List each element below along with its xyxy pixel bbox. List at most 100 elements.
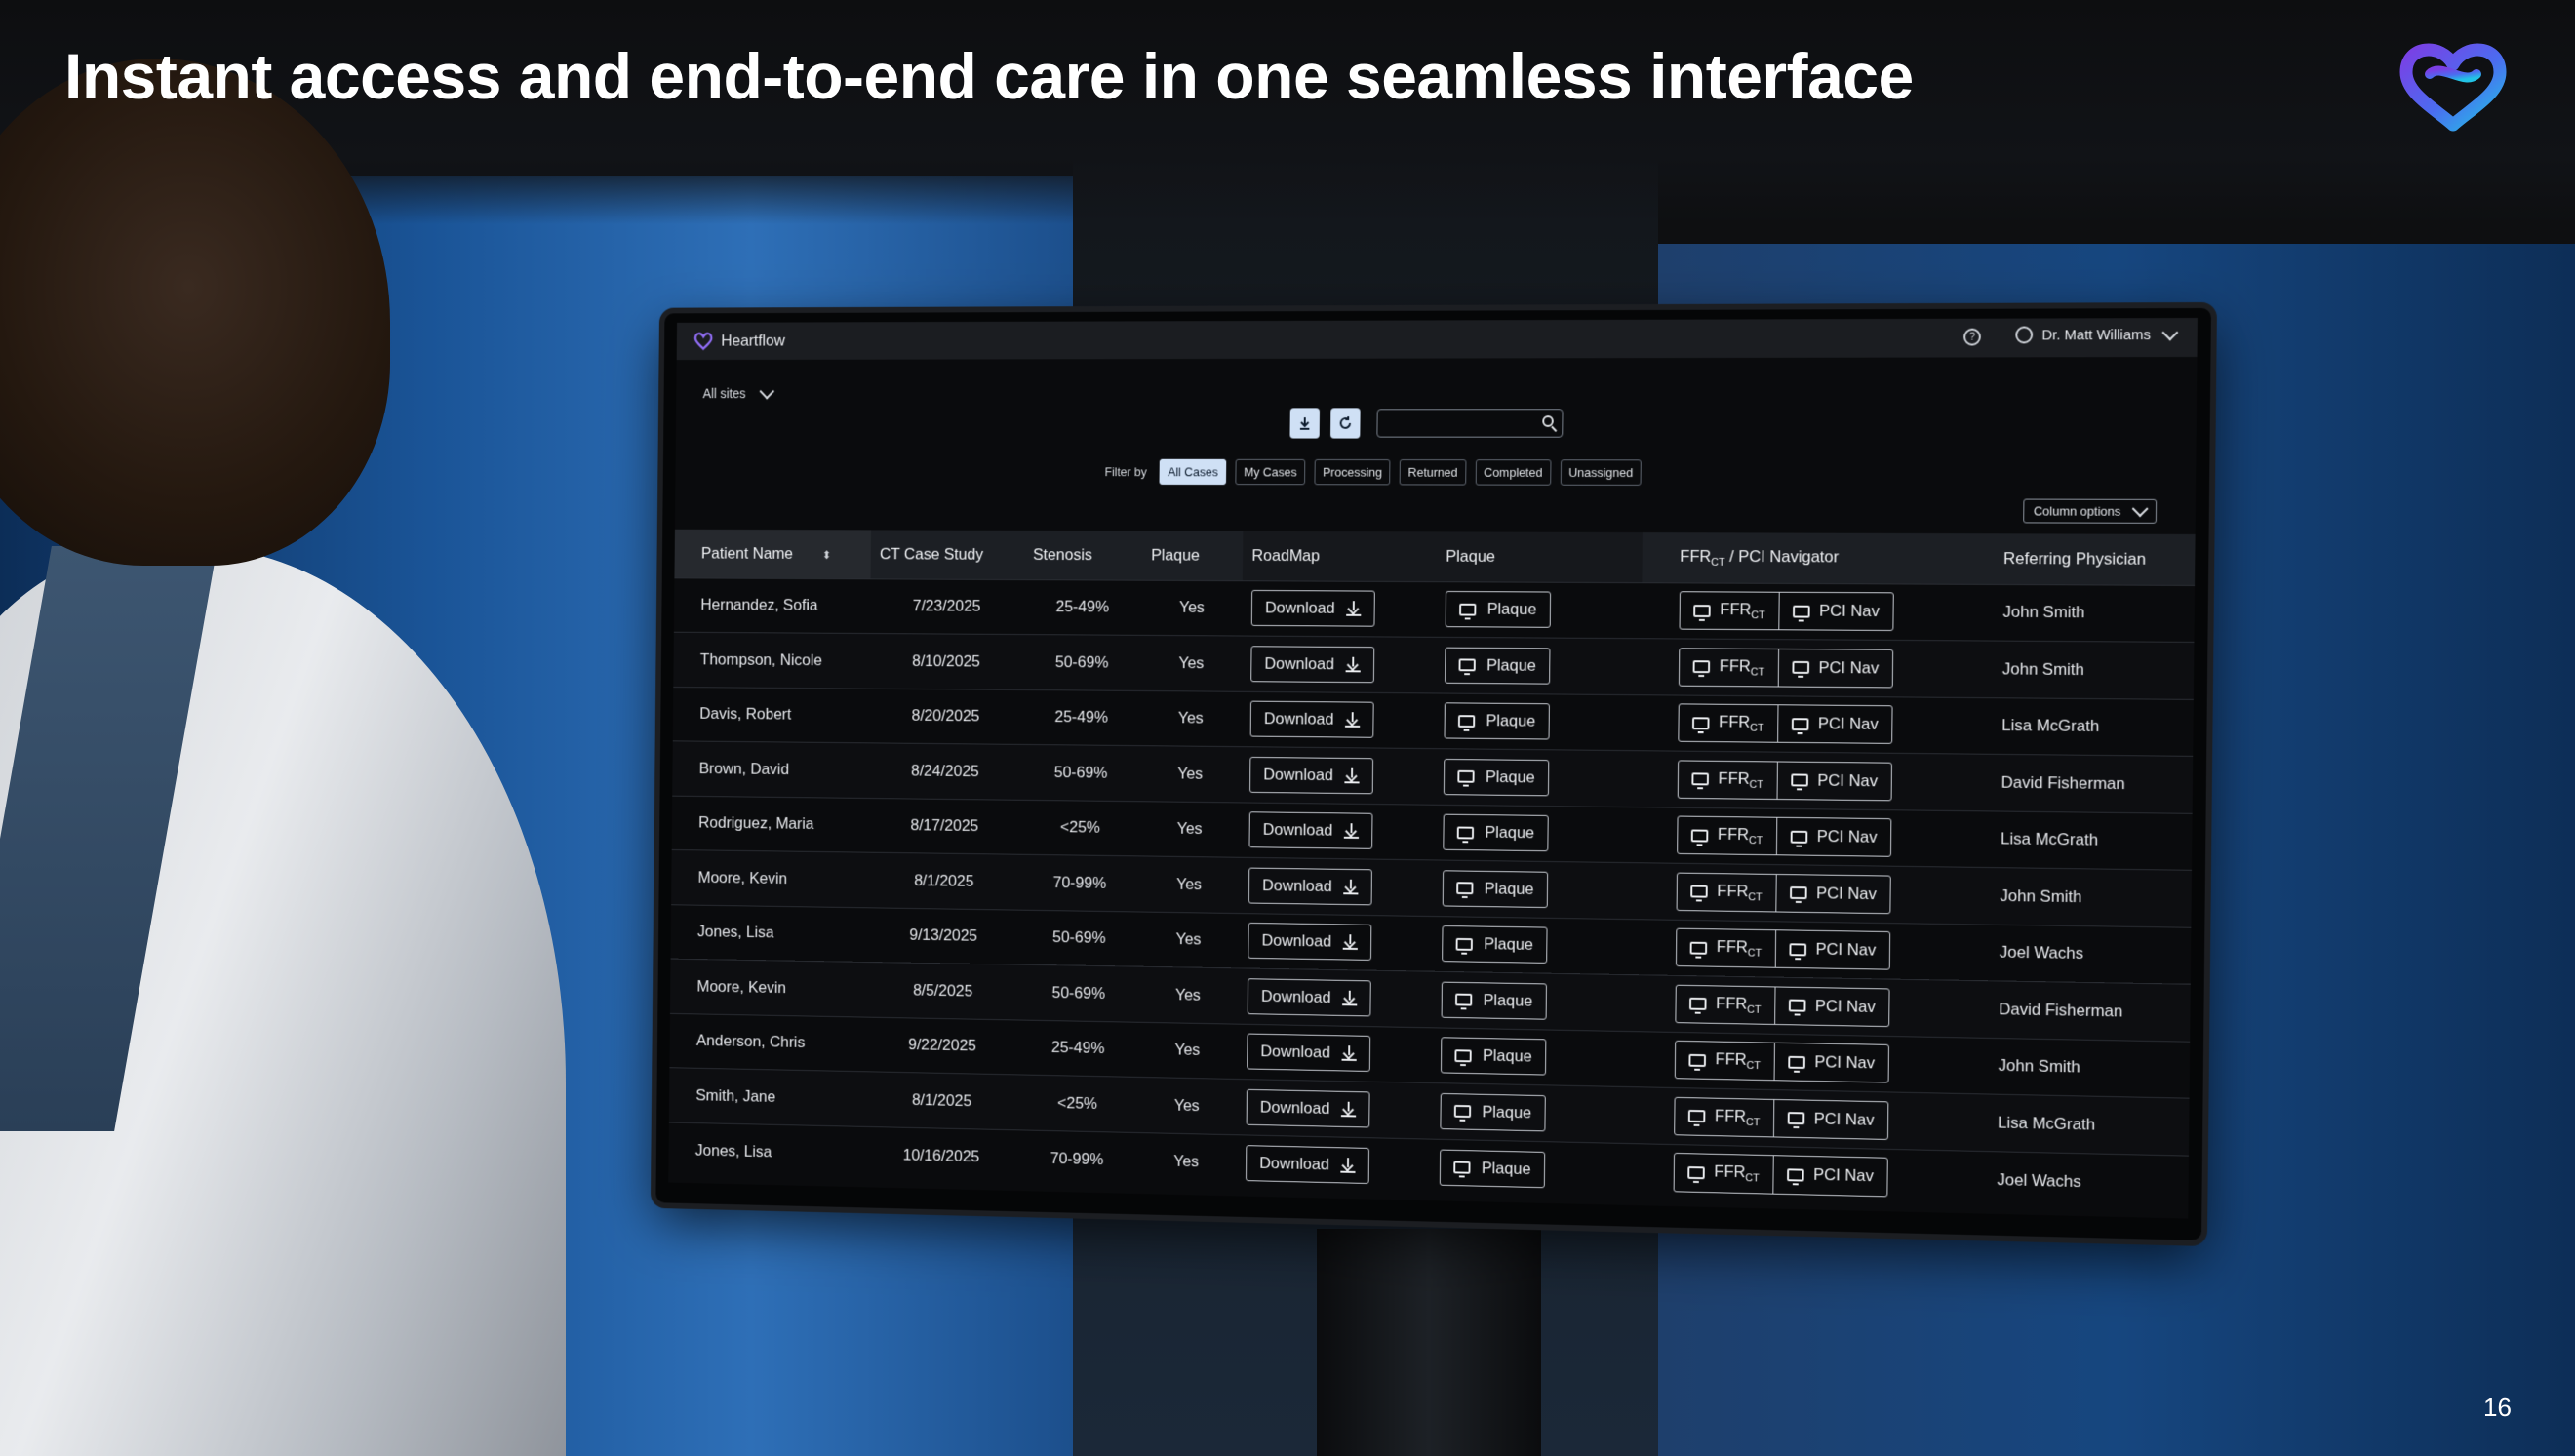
header-ct-case-study[interactable]: CT Case Study	[871, 530, 1025, 579]
roadmap-download-button[interactable]: Download	[1248, 978, 1371, 1016]
plaque-button[interactable]: Plaque	[1445, 703, 1550, 740]
download-label: Download	[1263, 766, 1333, 785]
filter-returned[interactable]: Returned	[1400, 459, 1466, 485]
plaque-value: Yes	[1137, 1022, 1239, 1080]
plaque-button[interactable]: Plaque	[1442, 925, 1547, 964]
monitor-icon	[1787, 1112, 1804, 1124]
filter-unassigned[interactable]: Unassigned	[1560, 459, 1642, 486]
pci-nav-label: PCI Nav	[1813, 1165, 1874, 1186]
user-menu[interactable]: Dr. Matt Williams	[2015, 326, 2176, 343]
plaque-button[interactable]: Plaque	[1444, 759, 1549, 796]
header-referring-physician[interactable]: Referring Physician	[1964, 533, 2195, 585]
filter-completed[interactable]: Completed	[1475, 459, 1551, 486]
roadmap-download-button[interactable]: Download	[1251, 590, 1375, 627]
roadmap-download-button[interactable]: Download	[1248, 867, 1372, 905]
plaque-label: Plaque	[1486, 767, 1535, 787]
pci-nav-button[interactable]: PCI Nav	[1774, 987, 1889, 1026]
pci-nav-button[interactable]: PCI Nav	[1778, 593, 1893, 631]
ffr-ct-button[interactable]: FFRCT	[1677, 929, 1775, 967]
plaque-cell: Plaque	[1434, 805, 1640, 863]
ffr-pci-button-group: FFRCT PCI Nav	[1679, 648, 1893, 689]
filter-processing[interactable]: Processing	[1314, 459, 1390, 485]
refresh-button[interactable]	[1330, 408, 1361, 438]
roadmap-cell: Download	[1242, 636, 1436, 692]
pci-nav-button[interactable]: PCI Nav	[1772, 1156, 1887, 1196]
plaque-button[interactable]: Plaque	[1443, 814, 1548, 852]
pci-nav-button[interactable]: PCI Nav	[1773, 1043, 1888, 1082]
roadmap-download-button[interactable]: Download	[1249, 757, 1373, 794]
ffr-ct-button[interactable]: FFRCT	[1680, 649, 1778, 687]
download-all-button[interactable]	[1289, 408, 1320, 438]
column-options-dropdown[interactable]: Column options	[2023, 499, 2157, 524]
monitor-icon	[1790, 830, 1807, 843]
plaque-button[interactable]: Plaque	[1440, 1093, 1545, 1131]
roadmap-cell: Download	[1240, 802, 1434, 859]
ffr-pci-cell: FFRCT PCI Nav	[1637, 1087, 1961, 1151]
table-row[interactable]: Hernandez, Sofia 7/23/2025 25-49% Yes Do…	[674, 577, 2195, 642]
download-icon	[1297, 415, 1312, 431]
stenosis-value: 25-49%	[1018, 1020, 1137, 1078]
pci-nav-button[interactable]: PCI Nav	[1773, 1099, 1888, 1138]
ffr-pci-cell: FFRCT PCI Nav	[1640, 751, 1963, 810]
roadmap-download-button[interactable]: Download	[1248, 923, 1371, 961]
plaque-button[interactable]: Plaque	[1446, 591, 1551, 628]
table-body: Hernandez, Sofia 7/23/2025 25-49% Yes Do…	[668, 577, 2195, 1212]
header-patient-name[interactable]: Patient Name ⬍	[674, 530, 871, 579]
referring-physician: Lisa McGrath	[1961, 810, 2192, 870]
roadmap-download-button[interactable]: Download	[1250, 701, 1374, 738]
roadmap-download-button[interactable]: Download	[1250, 646, 1374, 683]
header-stenosis[interactable]: Stenosis	[1024, 531, 1143, 580]
plaque-value: Yes	[1138, 912, 1240, 968]
pci-nav-button[interactable]: PCI Nav	[1777, 705, 1892, 743]
pci-nav-button[interactable]: PCI Nav	[1776, 762, 1891, 800]
help-icon[interactable]: ?	[1963, 329, 1981, 346]
pci-nav-button[interactable]: PCI Nav	[1775, 875, 1890, 914]
filter-my-cases[interactable]: My Cases	[1236, 459, 1306, 485]
plaque-value: Yes	[1135, 1132, 1237, 1190]
roadmap-download-button[interactable]: Download	[1247, 1089, 1370, 1128]
pci-nav-label: PCI Nav	[1816, 884, 1877, 904]
plaque-button[interactable]: Plaque	[1440, 1149, 1545, 1188]
ffr-ct-button[interactable]: FFRCT	[1681, 592, 1779, 629]
ffr-sub-label: CT	[1751, 610, 1764, 622]
ffr-ct-button[interactable]: FFRCT	[1679, 761, 1777, 799]
roadmap-download-button[interactable]: Download	[1248, 812, 1372, 850]
header-roadmap[interactable]: RoadMap	[1243, 531, 1437, 581]
plaque-button[interactable]: Plaque	[1442, 981, 1547, 1019]
ffr-ct-button[interactable]: FFRCT	[1675, 1154, 1773, 1193]
ffr-ct-button[interactable]: FFRCT	[1676, 1042, 1774, 1081]
search-input[interactable]	[1376, 409, 1563, 437]
ffr-ct-button[interactable]: FFRCT	[1679, 704, 1777, 742]
sites-dropdown[interactable]: All sites	[703, 386, 772, 401]
roadmap-download-button[interactable]: Download	[1246, 1145, 1369, 1184]
pci-nav-button[interactable]: PCI Nav	[1776, 818, 1891, 856]
chevron-down-icon	[760, 383, 775, 399]
plaque-button[interactable]: Plaque	[1443, 870, 1548, 908]
header-ffr-pci[interactable]: FFRCT / PCI Navigator	[1642, 532, 1965, 584]
ffr-ct-button[interactable]: FFRCT	[1678, 817, 1776, 855]
plaque-button[interactable]: Plaque	[1445, 647, 1550, 684]
pci-nav-label: PCI Nav	[1819, 602, 1880, 621]
monitor-icon	[1457, 826, 1474, 839]
ffr-sub-label: CT	[1749, 779, 1763, 791]
monitor-icon	[1456, 938, 1473, 951]
pci-nav-button[interactable]: PCI Nav	[1774, 930, 1889, 969]
pci-nav-label: PCI Nav	[1814, 1053, 1875, 1074]
ffr-ct-button[interactable]: FFRCT	[1676, 985, 1774, 1024]
plaque-button[interactable]: Plaque	[1441, 1038, 1546, 1076]
header-plaque-analysis[interactable]: Plaque	[1437, 531, 1643, 582]
header-plaque[interactable]: Plaque	[1142, 531, 1244, 580]
pci-nav-button[interactable]: PCI Nav	[1777, 649, 1892, 688]
plaque-value: Yes	[1137, 966, 1239, 1024]
roadmap-download-button[interactable]: Download	[1247, 1034, 1370, 1072]
ffr-sub-label: CT	[1745, 1173, 1759, 1185]
ffr-ct-button[interactable]: FFRCT	[1675, 1097, 1773, 1136]
filter-all-cases[interactable]: All Cases	[1160, 459, 1227, 485]
patient-name: Jones, Lisa	[668, 1122, 865, 1182]
ffr-ct-button[interactable]: FFRCT	[1678, 873, 1776, 911]
monitor-icon	[1791, 774, 1808, 787]
plaque-value: Yes	[1139, 746, 1241, 803]
monitor-icon	[1689, 998, 1707, 1010]
pci-nav-label: PCI Nav	[1817, 827, 1878, 847]
stenosis-value: 50-69%	[1020, 910, 1139, 966]
